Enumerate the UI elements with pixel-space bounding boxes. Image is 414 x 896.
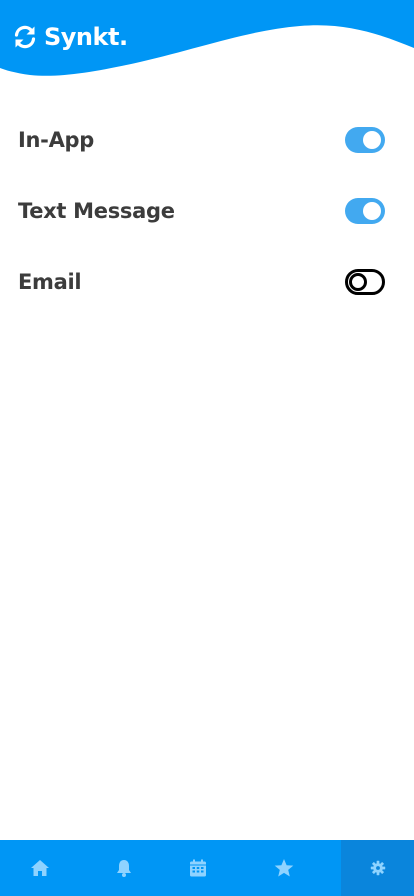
sync-icon: [14, 25, 36, 49]
in-app-toggle[interactable]: [345, 126, 385, 153]
text-message-toggle[interactable]: [345, 197, 385, 224]
toggle-knob: [363, 201, 381, 220]
nav-notifications[interactable]: [84, 840, 164, 896]
setting-label-text-message: Text Message: [18, 198, 175, 223]
app-header: Synkt.: [0, 0, 414, 80]
bell-icon: [117, 860, 131, 877]
nav-settings[interactable]: [341, 840, 414, 896]
calendar-icon: [190, 859, 206, 877]
setting-label-email: Email: [18, 269, 82, 294]
nav-favorites[interactable]: [244, 840, 324, 896]
setting-row-in-app: In-App: [0, 104, 414, 175]
star-icon: [274, 859, 294, 877]
home-icon: [31, 860, 49, 876]
nav-calendar[interactable]: [158, 840, 238, 896]
bottom-nav: [0, 840, 414, 896]
setting-label-in-app: In-App: [18, 127, 94, 152]
gear-icon: [370, 860, 385, 876]
toggle-knob: [349, 272, 367, 291]
setting-row-text-message: Text Message: [0, 175, 414, 246]
app-name: Synkt.: [44, 23, 128, 51]
nav-home[interactable]: [0, 840, 80, 896]
toggle-knob: [363, 130, 381, 149]
notification-settings-list: In-App Text Message Email: [0, 104, 414, 317]
email-toggle[interactable]: [345, 268, 385, 295]
app-logo[interactable]: Synkt.: [12, 20, 128, 54]
setting-row-email: Email: [0, 246, 414, 317]
